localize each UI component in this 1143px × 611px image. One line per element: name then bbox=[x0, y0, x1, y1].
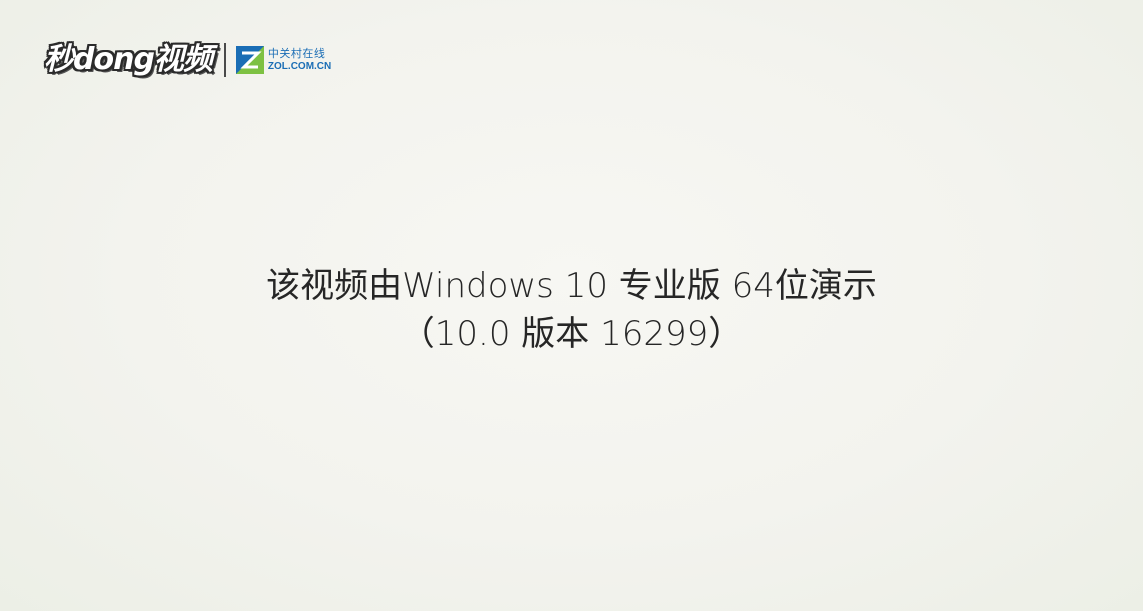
miaodong-logo-text: 秒dong视频 bbox=[44, 42, 213, 77]
caption-line-1: 该视频由Windows 10 专业版 64位演示 bbox=[266, 266, 877, 306]
logo-bar: 秒dong视频 中关村在线 ZOL.COM.CN bbox=[44, 38, 331, 82]
logo-divider bbox=[223, 43, 226, 77]
zol-logo: 中关村在线 ZOL.COM.CN bbox=[235, 46, 331, 74]
caption-line-2: （10.0 版本 16299） bbox=[400, 314, 743, 354]
zol-logo-icon bbox=[235, 46, 264, 74]
miaodong-logo: 秒dong视频 bbox=[44, 40, 213, 80]
caption: 该视频由Windows 10 专业版 64位演示 （10.0 版本 16299） bbox=[0, 262, 1143, 358]
zol-name-cn: 中关村在线 bbox=[267, 47, 326, 60]
zol-domain: ZOL.COM.CN bbox=[267, 61, 332, 72]
zol-logo-text: 中关村在线 ZOL.COM.CN bbox=[268, 48, 331, 72]
